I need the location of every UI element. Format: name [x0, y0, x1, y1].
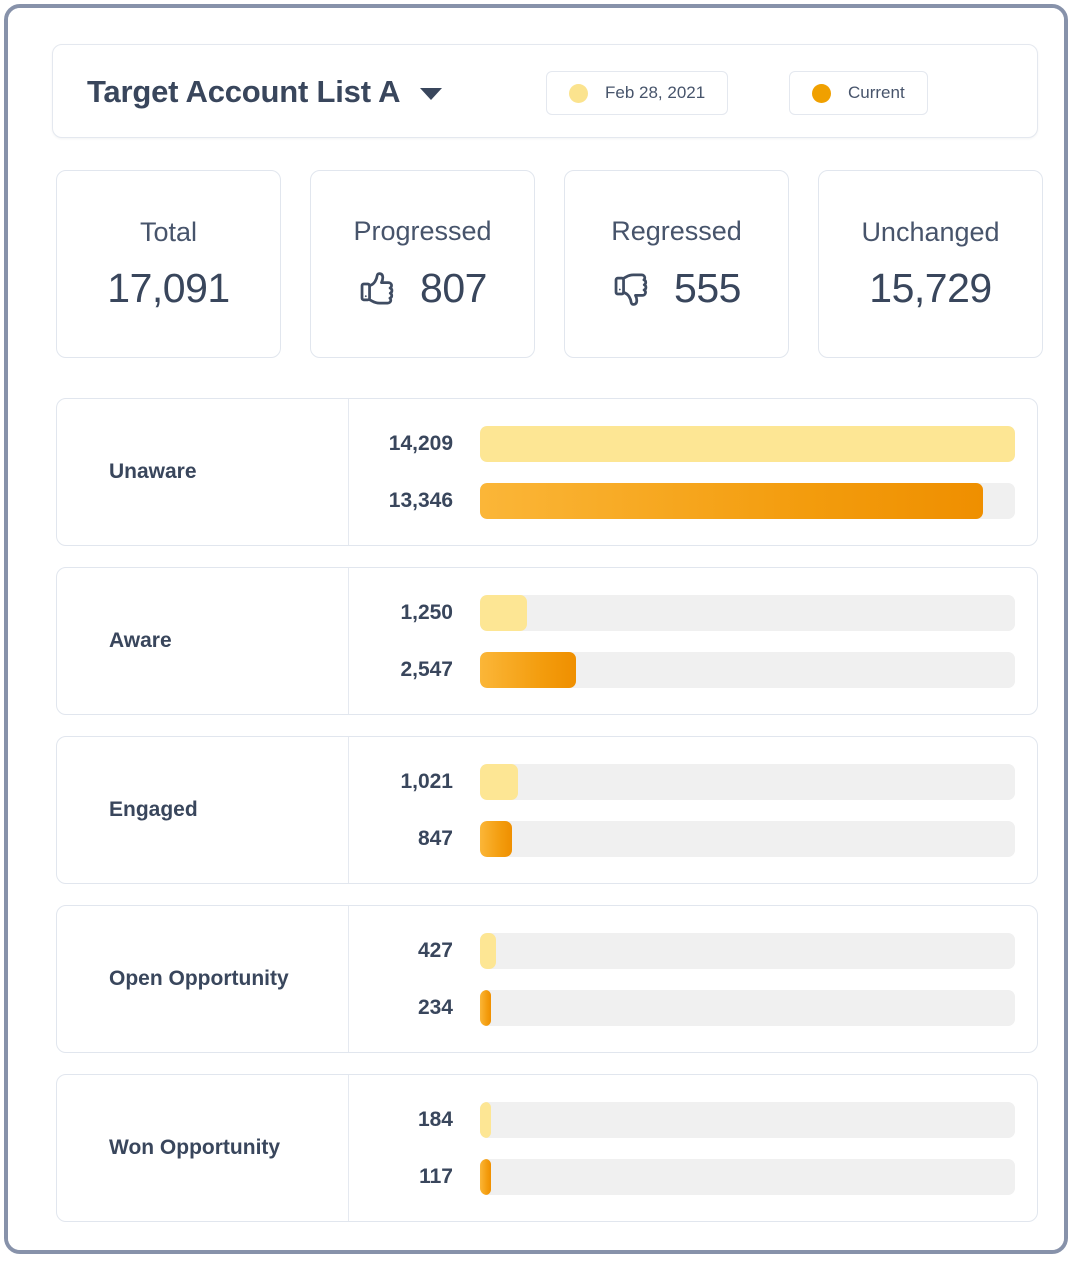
stage-bars-cell: 184 117 [349, 1075, 1037, 1221]
stat-value-unchanged: 15,729 [869, 268, 991, 309]
stat-value-total: 17,091 [107, 268, 229, 309]
stat-label-total: Total [140, 219, 197, 246]
bar-line-current: 847 [349, 821, 1015, 857]
bar-value-label: 847 [349, 827, 453, 851]
bar-fill-current [480, 1159, 491, 1195]
page-title: Target Account List A [87, 74, 400, 110]
bar-track [480, 483, 1015, 519]
bar-fill-past [480, 1102, 491, 1138]
stat-label-regressed: Regressed [611, 218, 742, 245]
bar-fill-past [480, 764, 518, 800]
legend-label-past: Feb 28, 2021 [605, 83, 705, 103]
bar-fill-past [480, 595, 527, 631]
stat-card-regressed: Regressed 555 [564, 170, 789, 358]
stage-row: Open Opportunity 427 234 [56, 905, 1038, 1053]
bar-fill-current [480, 483, 983, 519]
bar-value-label: 184 [349, 1108, 453, 1132]
chevron-down-icon[interactable] [420, 88, 442, 100]
stage-name-cell: Open Opportunity [57, 906, 349, 1052]
bar-line-current: 234 [349, 990, 1015, 1026]
stat-value-row-progressed: 807 [358, 267, 487, 311]
bar-fill-current [480, 990, 491, 1026]
account-list-dropdown[interactable]: Target Account List A [87, 45, 442, 139]
stage-name-cell: Aware [57, 568, 349, 714]
stat-value-row-regressed: 555 [612, 267, 741, 311]
bar-value-label: 13,346 [349, 489, 453, 513]
stat-card-total: Total 17,091 [56, 170, 281, 358]
legend-item-past-date[interactable]: Feb 28, 2021 [546, 71, 728, 115]
stat-label-unchanged: Unchanged [861, 219, 999, 246]
stage-name-label: Unaware [109, 460, 197, 484]
bar-track [480, 990, 1015, 1026]
bar-track [480, 426, 1015, 462]
stage-row: Won Opportunity 184 117 [56, 1074, 1038, 1222]
app-window-frame: Target Account List A Feb 28, 2021 Curre… [4, 4, 1068, 1254]
bar-track [480, 821, 1015, 857]
bar-fill-past [480, 933, 496, 969]
bar-value-label: 117 [349, 1165, 453, 1189]
legend-label-current: Current [848, 83, 905, 103]
stage-row: Unaware 14,209 13,346 [56, 398, 1038, 546]
bar-track [480, 764, 1015, 800]
stage-name-label: Aware [109, 629, 172, 653]
bar-track [480, 595, 1015, 631]
bar-value-label: 1,250 [349, 601, 453, 625]
stage-name-label: Won Opportunity [109, 1136, 280, 1160]
bar-line-current: 117 [349, 1159, 1015, 1195]
bar-line-current: 2,547 [349, 652, 1015, 688]
bar-line-past: 1,250 [349, 595, 1015, 631]
stage-row: Engaged 1,021 847 [56, 736, 1038, 884]
stage-name-label: Engaged [109, 798, 198, 822]
thumbs-up-icon [358, 267, 402, 311]
legend-item-current[interactable]: Current [789, 71, 928, 115]
bar-track [480, 933, 1015, 969]
stage-name-cell: Engaged [57, 737, 349, 883]
thumbs-down-icon [612, 267, 656, 311]
bar-line-current: 13,346 [349, 483, 1015, 519]
stat-label-progressed: Progressed [353, 218, 491, 245]
stage-name-cell: Unaware [57, 399, 349, 545]
stat-card-progressed: Progressed 807 [310, 170, 535, 358]
stat-card-unchanged: Unchanged 15,729 [818, 170, 1043, 358]
legend-dot-current [812, 84, 831, 103]
bar-value-label: 14,209 [349, 432, 453, 456]
stage-bars-cell: 1,250 2,547 [349, 568, 1037, 714]
stage-bars-cell: 1,021 847 [349, 737, 1037, 883]
bar-value-label: 2,547 [349, 658, 453, 682]
legend-dot-past [569, 84, 588, 103]
bar-line-past: 1,021 [349, 764, 1015, 800]
bar-value-label: 427 [349, 939, 453, 963]
dashboard-surface: Target Account List A Feb 28, 2021 Curre… [8, 8, 1064, 1250]
stat-value-row-total: 17,091 [107, 268, 229, 309]
stat-value-regressed: 555 [674, 268, 741, 309]
stage-name-cell: Won Opportunity [57, 1075, 349, 1221]
bar-fill-current [480, 821, 512, 857]
stage-bars-cell: 427 234 [349, 906, 1037, 1052]
bar-track [480, 652, 1015, 688]
bar-line-past: 14,209 [349, 426, 1015, 462]
stat-value-progressed: 807 [420, 268, 487, 309]
bar-track [480, 1159, 1015, 1195]
bar-track [480, 1102, 1015, 1138]
bar-fill-past [480, 426, 1015, 462]
header-card: Target Account List A Feb 28, 2021 Curre… [52, 44, 1038, 138]
bar-fill-current [480, 652, 576, 688]
bar-line-past: 184 [349, 1102, 1015, 1138]
stage-row: Aware 1,250 2,547 [56, 567, 1038, 715]
stage-name-label: Open Opportunity [109, 967, 289, 991]
bar-value-label: 1,021 [349, 770, 453, 794]
stat-value-row-unchanged: 15,729 [869, 268, 991, 309]
stage-bars-cell: 14,209 13,346 [349, 399, 1037, 545]
bar-line-past: 427 [349, 933, 1015, 969]
bar-value-label: 234 [349, 996, 453, 1020]
